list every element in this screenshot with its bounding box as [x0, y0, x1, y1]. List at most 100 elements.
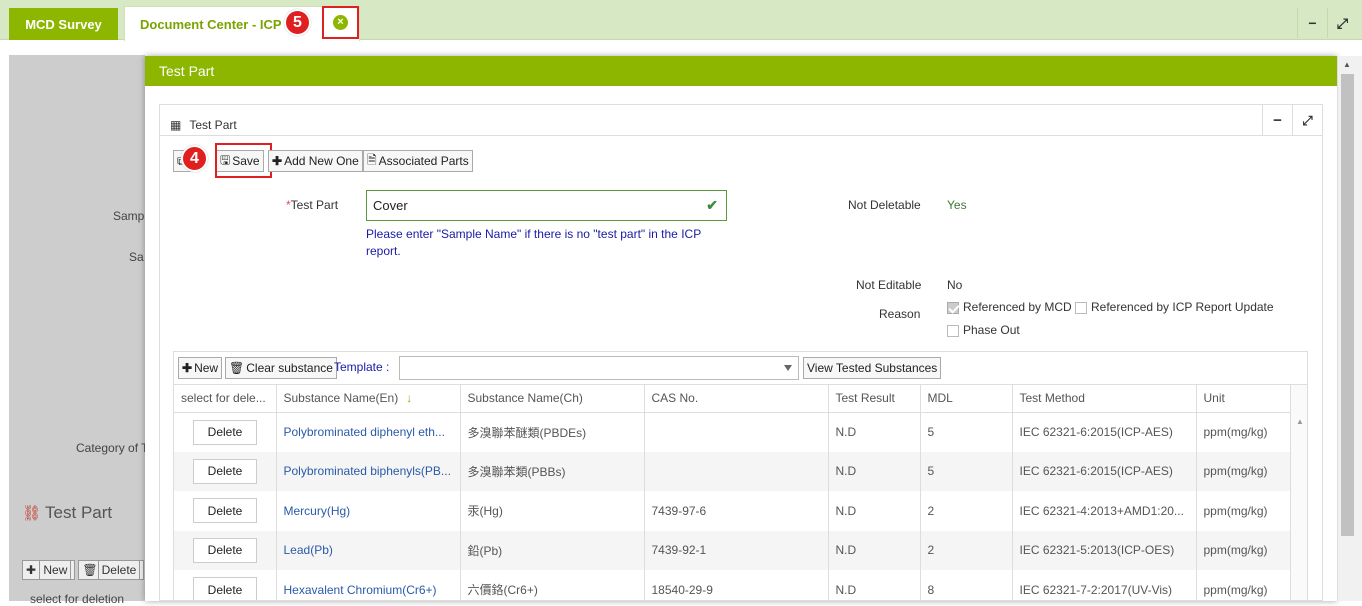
unit: ppm(mg/kg) [1196, 491, 1291, 531]
tree-icon: ⛓ [22, 505, 42, 522]
tab-close-button[interactable]: × [322, 6, 359, 39]
delete-cell: Delete [174, 530, 277, 570]
reason-mcd: Referenced by MCD [947, 300, 1072, 314]
add-new-one-button[interactable]: ✚ Add New One [268, 150, 363, 172]
delete-button[interactable]: Delete [193, 577, 257, 600]
reason-phase-out-checkbox[interactable] [947, 324, 959, 337]
test-method: IEC 62321-6:2015(ICP-AES) [1012, 451, 1197, 491]
table-row: Delete Lead(Pb) 鉛(Pb) 7439-92-1 N.D 2 IE… [174, 530, 1291, 570]
mdl: 5 [920, 412, 1013, 452]
bg-label-sample: Samp [113, 209, 145, 223]
test-method: IEC 62321-5:2013(ICP-OES) [1012, 530, 1197, 570]
bg-label-sa: Sa [129, 250, 144, 264]
delete-button[interactable]: Delete [193, 419, 257, 445]
grid-scrollbar[interactable]: ▲ [1290, 385, 1307, 600]
mdl: 8 [920, 570, 1013, 600]
not-deletable-label: Not Deletable [848, 198, 921, 212]
cas-no: 18540-29-9 [644, 570, 829, 600]
view-tested-substances-button[interactable]: View Tested Substances [803, 357, 942, 379]
panel-title: Test Part [189, 117, 237, 132]
sort-down-icon: ↓ [406, 391, 413, 406]
col-test-method[interactable]: Test Method [1012, 385, 1197, 413]
minimize-button[interactable]: − [1297, 8, 1327, 38]
substance-en-link[interactable]: Polybrominated biphenyls(PB... [276, 451, 461, 491]
substance-ch: 多溴聯苯類(PBBs) [460, 451, 645, 491]
chevron-down-icon [784, 365, 792, 371]
substance-en-link[interactable]: Polybrominated diphenyl eth... [276, 412, 461, 452]
clear-substance-button[interactable]: 🗑 Clear substance [225, 357, 337, 379]
plus-icon: ✚ [272, 154, 283, 168]
substance-ch: 六價鉻(Cr6+) [460, 570, 645, 600]
substance-ch: 多溴聯苯醚類(PBDEs) [460, 412, 645, 452]
maximize-button[interactable]: ⤢ [1327, 8, 1357, 38]
table-header-row: select for dele... Substance Name(En) ↓ S… [174, 385, 1291, 413]
reason-mcd-checkbox[interactable] [947, 301, 959, 314]
col-unit[interactable]: Unit [1196, 385, 1291, 413]
panel-minimize-button[interactable]: − [1262, 105, 1292, 136]
panel-maximize-button[interactable]: ⤢ [1292, 105, 1322, 136]
delete-button[interactable]: Delete [193, 498, 257, 524]
grid-new-button[interactable]: ✚ New [178, 357, 223, 379]
substance-ch: 鉛(Pb) [460, 530, 645, 570]
cas-no: 7439-97-6 [644, 491, 829, 531]
template-label: Template : [334, 360, 390, 374]
substance-ch: 汞(Hg) [460, 491, 645, 531]
panel-header: ▦ Test Part [160, 105, 1322, 136]
bg-delete-button[interactable]: 🗑 Delete [78, 560, 145, 580]
col-substance-en[interactable]: Substance Name(En) ↓ [276, 385, 461, 413]
modal-title: Test Part [145, 56, 1337, 86]
tab-mcd-survey[interactable]: MCD Survey [9, 8, 118, 40]
substance-en-link[interactable]: Mercury(Hg) [276, 491, 461, 531]
test-result: N.D [828, 530, 921, 570]
test-result: N.D [828, 570, 921, 600]
test-part-input[interactable]: Cover ✔ [366, 190, 727, 221]
table-row: Delete Mercury(Hg) 汞(Hg) 7439-97-6 N.D 2… [174, 491, 1291, 531]
cas-no [644, 412, 829, 452]
cas-no [644, 451, 829, 491]
grid-toolbar: ✚ New 🗑 Clear substance Template : View Te… [174, 352, 1307, 385]
test-method: IEC 62321-7-2:2017(UV-Vis) [1012, 570, 1197, 600]
delete-button[interactable]: Delete [193, 537, 257, 563]
template-select[interactable] [399, 356, 799, 380]
tab-document-center-label: Document Center - ICP [140, 17, 282, 32]
unit: ppm(mg/kg) [1196, 451, 1291, 491]
col-substance-ch[interactable]: Substance Name(Ch) [460, 385, 645, 413]
associated-parts-button[interactable]: 🗎 Associated Parts [363, 150, 473, 172]
grid-new-label: New [194, 361, 219, 375]
not-editable-value: No [947, 278, 963, 292]
mdl: 2 [920, 530, 1013, 570]
test-method: IEC 62321-6:2015(ICP-AES) [1012, 412, 1197, 452]
bg-test-part-title: Test Part [45, 503, 113, 522]
unit: ppm(mg/kg) [1196, 530, 1291, 570]
reason-icp-checkbox[interactable] [1075, 301, 1087, 314]
substance-en-link[interactable]: Hexavalent Chromium(Cr6+) [276, 570, 461, 600]
test-result: N.D [828, 491, 921, 531]
not-editable-label: Not Editable [856, 278, 922, 292]
plus-icon: ✚ [182, 361, 193, 375]
delete-button[interactable]: Delete [193, 458, 257, 484]
table-row: Delete Polybrominated biphenyls(PB... 多溴… [174, 451, 1291, 491]
test-part-value: Cover [373, 198, 408, 213]
col-test-result[interactable]: Test Result [828, 385, 921, 413]
delete-cell: Delete [174, 412, 277, 452]
cas-no: 7439-92-1 [644, 530, 829, 570]
scroll-thumb[interactable] [1341, 74, 1354, 536]
col-cas[interactable]: CAS No. [644, 385, 829, 413]
test-result: N.D [828, 451, 921, 491]
substance-en-link[interactable]: Lead(Pb) [276, 530, 461, 570]
col-select[interactable]: select for dele... [174, 385, 277, 413]
unit: ppm(mg/kg) [1196, 570, 1291, 600]
substance-grid: ✚ New 🗑 Clear substance Template : View Te… [173, 351, 1308, 601]
table-row: Delete Hexavalent Chromium(Cr6+) 六價鉻(Cr6… [174, 570, 1291, 600]
page-scrollbar[interactable]: ▲ [1337, 56, 1362, 601]
reason-icp: Referenced by ICP Report Update [1075, 300, 1274, 314]
table-icon: ▦ [170, 117, 182, 132]
add-new-label: Add New One [284, 154, 359, 168]
bg-new-button[interactable]: ✚ New [22, 560, 76, 580]
clear-substance-label: Clear substance [246, 361, 333, 375]
step-marker-5: 5 [284, 9, 311, 36]
mdl: 5 [920, 451, 1013, 491]
col-mdl[interactable]: MDL [920, 385, 1013, 413]
reason-mcd-label: Referenced by MCD [963, 300, 1072, 314]
test-part-hint: Please enter "Sample Name" if there is n… [366, 227, 701, 258]
